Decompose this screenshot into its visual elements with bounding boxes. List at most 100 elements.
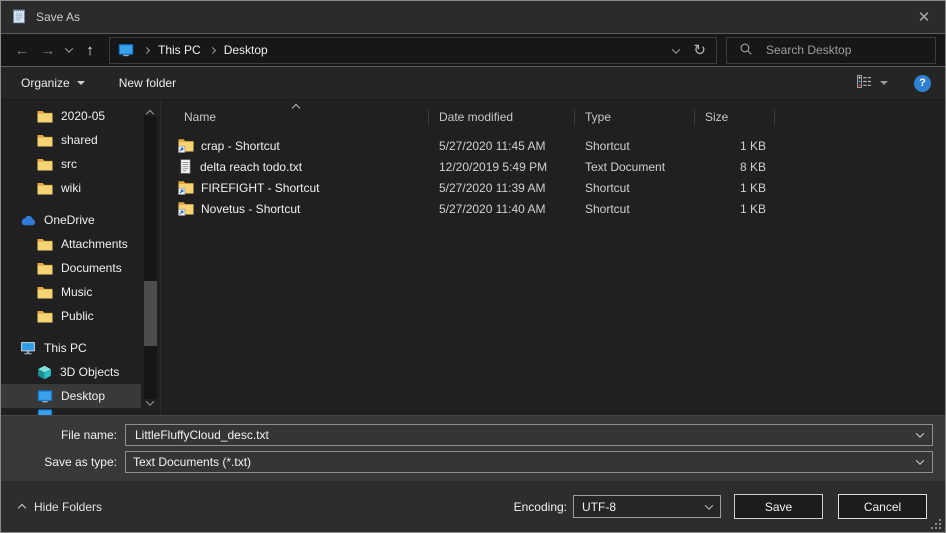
search-icon: [739, 42, 753, 59]
breadcrumb-desktop[interactable]: Desktop: [217, 43, 275, 57]
sidebar-item-label: OneDrive: [44, 213, 95, 227]
sidebar-item-3d-objects[interactable]: 3D Objects: [1, 360, 141, 384]
sidebar-item-label: shared: [61, 133, 98, 147]
sidebar-item-this-pc[interactable]: This PC: [1, 336, 141, 360]
file-row[interactable]: Novetus - Shortcut5/27/2020 11:40 AMShor…: [161, 198, 945, 219]
sidebar-scrollbar[interactable]: [143, 103, 158, 412]
change-view-button[interactable]: [857, 75, 888, 91]
folder-shortcut-icon: [178, 138, 194, 153]
title-bar: Save As: [1, 1, 945, 33]
chevron-up-icon: [18, 504, 26, 512]
sidebar-item-label: 3D Objects: [60, 365, 119, 379]
recent-locations-chevron-icon[interactable]: [61, 37, 77, 63]
save-button[interactable]: Save: [734, 494, 823, 519]
file-row[interactable]: delta reach todo.txt12/20/2019 5:49 PMTe…: [161, 156, 945, 177]
folder-icon: [37, 134, 53, 147]
chevron-down-icon[interactable]: [916, 456, 924, 464]
folder-icon: [37, 286, 53, 299]
back-icon[interactable]: ←: [9, 37, 35, 63]
encoding-select[interactable]: UTF-8: [573, 495, 721, 518]
column-header-date-modified[interactable]: Date modified: [429, 109, 575, 126]
save-as-type-value: Text Documents (*.txt): [133, 455, 251, 469]
hide-folders-label: Hide Folders: [34, 500, 102, 514]
navigation-pane: 2020-05 shared src wiki OneDrive Attachments D…: [1, 100, 161, 415]
scrollbar-thumb[interactable]: [144, 281, 157, 346]
folder-icon: [37, 238, 53, 251]
save-as-type-select[interactable]: Text Documents (*.txt): [125, 451, 933, 473]
desktop-display-icon: [37, 389, 53, 403]
sidebar-item-partial[interactable]: [1, 408, 141, 415]
file-type-cell: Shortcut: [575, 139, 695, 153]
cancel-button[interactable]: Cancel: [838, 494, 927, 519]
column-headers: NameDate modifiedTypeSize: [161, 106, 945, 129]
folder-icon: [37, 182, 53, 195]
sidebar-item-desktop[interactable]: Desktop: [1, 384, 141, 408]
sidebar-item-public[interactable]: Public: [1, 304, 141, 328]
resize-grip[interactable]: [931, 518, 942, 529]
file-name-combobox[interactable]: [125, 424, 933, 446]
sidebar-item-shared[interactable]: shared: [1, 128, 141, 152]
content-area: 2020-05 shared src wiki OneDrive Attachments D…: [1, 100, 945, 415]
search-input[interactable]: [764, 42, 929, 58]
file-size-cell: 1 KB: [695, 202, 775, 216]
file-name-text: FIREFIGHT - Shortcut: [201, 181, 319, 195]
sidebar-item-label: Music: [61, 285, 92, 299]
folder-icon: [37, 262, 53, 275]
forward-icon[interactable]: →: [35, 37, 61, 63]
notepad-icon: [11, 8, 27, 27]
refresh-icon[interactable]: [693, 41, 706, 59]
new-folder-label: New folder: [119, 76, 176, 90]
file-type-cell: Shortcut: [575, 202, 695, 216]
sidebar-item-label: Attachments: [61, 237, 128, 251]
scrollbar-track[interactable]: [144, 116, 157, 399]
sidebar-item-label: Public: [61, 309, 94, 323]
column-header-type[interactable]: Type: [575, 109, 695, 126]
file-name-input[interactable]: [133, 427, 922, 443]
text-document-icon: [178, 159, 193, 174]
organize-button[interactable]: Organize: [21, 76, 85, 90]
sidebar-item-onedrive[interactable]: OneDrive: [1, 208, 141, 232]
sidebar-item-2020-05[interactable]: 2020-05: [1, 104, 141, 128]
breadcrumb-this-pc[interactable]: This PC: [151, 43, 208, 57]
chevron-down-icon: [705, 501, 713, 509]
breadcrumb-chevron-icon: [144, 48, 149, 53]
onedrive-cloud-icon: [20, 215, 36, 226]
file-size-cell: 1 KB: [695, 181, 775, 195]
hide-folders-button[interactable]: Hide Folders: [19, 500, 102, 514]
sidebar-item-attachments[interactable]: Attachments: [1, 232, 141, 256]
address-bar[interactable]: This PC Desktop: [109, 37, 717, 64]
sidebar-item-wiki[interactable]: wiki: [1, 176, 141, 200]
address-dropdown-chevron-icon[interactable]: [673, 43, 679, 57]
file-size-cell: 8 KB: [695, 160, 775, 174]
sidebar-item-label: src: [61, 157, 77, 171]
this-pc-icon: [20, 341, 36, 355]
help-icon[interactable]: [914, 75, 931, 92]
organize-dropdown-icon: [77, 81, 85, 85]
scroll-down-icon[interactable]: [147, 395, 153, 409]
file-row[interactable]: FIREFIGHT - Shortcut5/27/2020 11:39 AMSh…: [161, 177, 945, 198]
search-box[interactable]: [726, 37, 936, 64]
file-name-cell: FIREFIGHT - Shortcut: [161, 180, 429, 195]
sort-ascending-icon: [293, 100, 299, 114]
new-folder-button[interactable]: New folder: [119, 76, 176, 90]
sidebar-item-src[interactable]: src: [1, 152, 141, 176]
details-view-icon: [857, 75, 872, 91]
sidebar-item-documents[interactable]: Documents: [1, 256, 141, 280]
file-type-cell: Shortcut: [575, 181, 695, 195]
file-list-pane: NameDate modifiedTypeSize crap - Shortcu…: [161, 100, 945, 415]
up-icon[interactable]: ↑: [77, 37, 103, 63]
column-header-size[interactable]: Size: [695, 109, 775, 126]
file-size-cell: 1 KB: [695, 139, 775, 153]
window-title: Save As: [36, 10, 80, 24]
cube-3d-icon: [37, 365, 52, 380]
file-type-cell: Text Document: [575, 160, 695, 174]
breadcrumb-chevron-icon: [210, 48, 215, 53]
file-name-text: crap - Shortcut: [201, 139, 280, 153]
close-icon[interactable]: [903, 1, 945, 33]
file-row[interactable]: crap - Shortcut5/27/2020 11:45 AMShortcu…: [161, 135, 945, 156]
folder-icon: [37, 158, 53, 171]
file-name-label: File name:: [1, 428, 125, 442]
sidebar-item-label: Desktop: [61, 389, 105, 403]
file-name-panel: File name: Save as type: Text Documents …: [1, 415, 945, 481]
sidebar-item-music[interactable]: Music: [1, 280, 141, 304]
